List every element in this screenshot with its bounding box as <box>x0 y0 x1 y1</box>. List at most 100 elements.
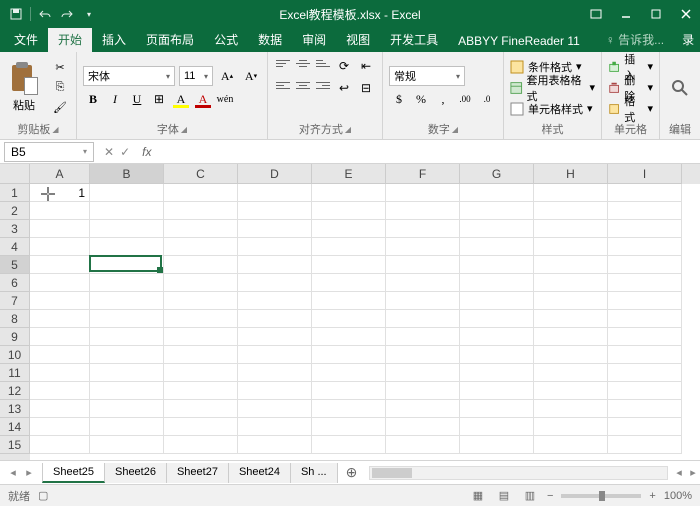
cell[interactable] <box>312 382 386 400</box>
cell[interactable] <box>30 202 90 220</box>
row-header[interactable]: 4 <box>0 238 30 256</box>
sheet-tab[interactable]: Sheet25 <box>42 463 105 483</box>
cell[interactable] <box>312 400 386 418</box>
column-header[interactable]: E <box>312 164 386 184</box>
cell[interactable] <box>386 220 460 238</box>
cell[interactable] <box>90 364 164 382</box>
font-size-combo[interactable]: 11▾ <box>179 66 213 86</box>
cell[interactable] <box>312 346 386 364</box>
sheet-nav-prev[interactable]: ◂ <box>6 466 20 480</box>
column-header[interactable]: I <box>608 164 682 184</box>
cell[interactable] <box>164 346 238 364</box>
tab-file[interactable]: 文件 <box>4 27 48 52</box>
zoom-slider-thumb[interactable] <box>599 491 605 501</box>
accounting-format-button[interactable]: $ <box>389 89 409 109</box>
cell[interactable] <box>164 328 238 346</box>
sheet-tab[interactable]: Sheet26 <box>105 463 167 483</box>
cell[interactable] <box>164 238 238 256</box>
column-header[interactable]: G <box>460 164 534 184</box>
cell[interactable] <box>534 202 608 220</box>
row-header[interactable]: 13 <box>0 400 30 418</box>
column-header[interactable]: C <box>164 164 238 184</box>
cell[interactable] <box>608 418 682 436</box>
cell[interactable] <box>238 418 312 436</box>
enter-formula-icon[interactable]: ✓ <box>120 145 130 159</box>
row-header[interactable]: 14 <box>0 418 30 436</box>
cell[interactable] <box>238 346 312 364</box>
cell[interactable] <box>30 400 90 418</box>
cell[interactable] <box>164 220 238 238</box>
cell[interactable] <box>238 292 312 310</box>
row-header[interactable]: 5 <box>0 256 30 274</box>
row-header[interactable]: 8 <box>0 310 30 328</box>
align-left-button[interactable] <box>274 78 292 92</box>
cell[interactable] <box>386 400 460 418</box>
cell[interactable] <box>460 184 534 202</box>
cell[interactable] <box>386 202 460 220</box>
cell[interactable] <box>460 238 534 256</box>
cell[interactable] <box>238 202 312 220</box>
cell[interactable] <box>608 364 682 382</box>
column-header[interactable]: B <box>90 164 164 184</box>
align-right-button[interactable] <box>314 78 332 92</box>
cell[interactable] <box>534 220 608 238</box>
cell[interactable] <box>312 238 386 256</box>
row-header[interactable]: 12 <box>0 382 30 400</box>
cell[interactable] <box>386 364 460 382</box>
cell[interactable] <box>460 436 534 454</box>
undo-icon[interactable] <box>37 6 53 22</box>
underline-button[interactable]: U <box>127 89 147 109</box>
cell[interactable] <box>460 364 534 382</box>
page-layout-view-button[interactable]: ▤ <box>495 489 513 503</box>
row-header[interactable]: 11 <box>0 364 30 382</box>
cell[interactable] <box>238 436 312 454</box>
cell[interactable] <box>386 310 460 328</box>
cell[interactable] <box>386 256 460 274</box>
cell[interactable] <box>30 238 90 256</box>
cell[interactable] <box>386 184 460 202</box>
cell[interactable] <box>90 220 164 238</box>
normal-view-button[interactable]: ▦ <box>469 489 487 503</box>
cell[interactable] <box>534 346 608 364</box>
comma-format-button[interactable]: , <box>433 89 453 109</box>
cell[interactable] <box>30 436 90 454</box>
cell[interactable] <box>460 418 534 436</box>
cell[interactable] <box>460 274 534 292</box>
cell[interactable] <box>164 382 238 400</box>
cell[interactable] <box>30 346 90 364</box>
cell[interactable] <box>386 238 460 256</box>
cell[interactable] <box>238 238 312 256</box>
tab-developer[interactable]: 开发工具 <box>380 27 448 52</box>
border-button[interactable]: ⊞ <box>149 89 169 109</box>
cancel-formula-icon[interactable]: ✕ <box>104 145 114 159</box>
decrease-font-button[interactable]: A▾ <box>241 66 261 86</box>
cell[interactable] <box>312 184 386 202</box>
row-header[interactable]: 3 <box>0 220 30 238</box>
percent-format-button[interactable]: % <box>411 89 431 109</box>
cell[interactable] <box>386 436 460 454</box>
row-header[interactable]: 15 <box>0 436 30 454</box>
font-dialog-launcher[interactable]: ◢ <box>181 125 187 134</box>
cell[interactable] <box>608 382 682 400</box>
cell[interactable] <box>238 274 312 292</box>
cell[interactable] <box>608 184 682 202</box>
cell[interactable] <box>608 256 682 274</box>
tab-insert[interactable]: 插入 <box>92 27 136 52</box>
sheet-tab[interactable]: Sh ... <box>291 463 338 483</box>
format-as-table-button[interactable]: 套用表格格式 ▾ <box>510 79 595 97</box>
cell[interactable] <box>312 418 386 436</box>
fill-color-button[interactable]: A <box>171 89 191 109</box>
cell[interactable] <box>534 418 608 436</box>
italic-button[interactable]: I <box>105 89 125 109</box>
cell[interactable] <box>90 400 164 418</box>
cell[interactable] <box>534 256 608 274</box>
tab-view[interactable]: 视图 <box>336 27 380 52</box>
name-box[interactable]: B5▾ <box>4 142 94 162</box>
sheet-tab[interactable]: Sheet24 <box>229 463 291 483</box>
close-icon[interactable] <box>672 4 700 24</box>
add-sheet-button[interactable]: ⊕ <box>338 464 366 481</box>
decrease-decimal-button[interactable]: .0 <box>477 89 497 109</box>
cell[interactable] <box>90 328 164 346</box>
cell[interactable] <box>534 364 608 382</box>
row-header[interactable]: 7 <box>0 292 30 310</box>
